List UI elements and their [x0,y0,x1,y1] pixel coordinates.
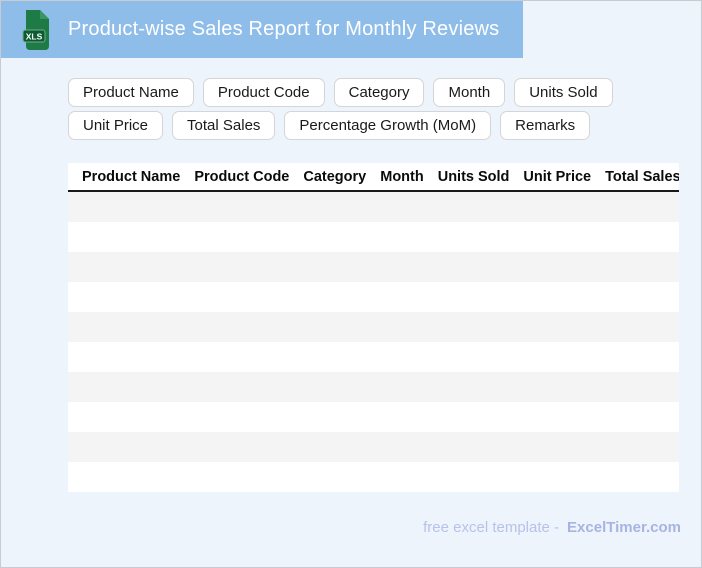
field-chip-8[interactable]: Remarks [500,111,591,140]
table-row [68,282,679,312]
field-chip-7[interactable]: Percentage Growth (MoM) [284,111,492,140]
field-chip-3[interactable]: Month [433,78,506,107]
page-title: Product-wise Sales Report for Monthly Re… [68,18,500,40]
table-row [68,192,679,222]
table-row [68,432,679,462]
column-header-0: Product Name [82,168,181,185]
column-header-1: Product Code [194,168,290,185]
field-chip-0[interactable]: Product Name [68,78,194,107]
column-header-3: Month [380,168,424,185]
table-row [68,252,679,282]
xls-file-icon: XLS [22,9,52,51]
column-header-6: Total Sales [605,168,679,185]
field-chip-1[interactable]: Product Code [202,78,325,107]
footer-credit: free excel template - ExcelTimer.com [423,519,681,536]
table-row [68,312,679,342]
field-chip-2[interactable]: Category [333,78,425,107]
table-row [68,462,679,492]
field-chip-5[interactable]: Unit Price [68,111,164,140]
report-table: Product Name Product Code Category Month Uni… [68,163,679,492]
field-chip-6[interactable]: Total Sales [172,111,276,140]
footer-brand-link[interactable]: ExcelTimer.com [567,519,681,536]
column-header-5: Unit Price [523,168,592,185]
field-chip-4[interactable]: Units Sold [514,78,613,107]
header-bar: XLS Product-wise Sales Report for Monthl… [1,1,523,58]
table-row [68,342,679,372]
column-header-4: Units Sold [437,168,510,185]
table-row [68,372,679,402]
field-chips: Product Name Product Code Category Month Uni… [68,78,668,140]
table-body [68,192,679,492]
footer-text: free excel template - [423,519,560,536]
table-row [68,402,679,432]
svg-text:XLS: XLS [26,31,43,41]
table-header-row: Product Name Product Code Category Month Uni… [68,163,679,192]
column-header-2: Category [303,168,367,185]
page: XLS Product-wise Sales Report for Monthl… [0,0,702,568]
table-row [68,222,679,252]
